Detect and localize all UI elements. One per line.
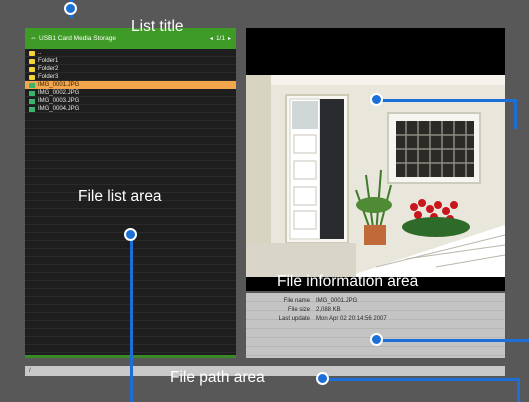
callout-dot — [64, 2, 77, 15]
list-item-label: IMG_0002.JPG — [38, 90, 80, 96]
list-item-label: IMG_0004.JPG — [38, 106, 80, 112]
callout-line — [380, 99, 517, 102]
list-item-label: Folder3 — [38, 74, 59, 80]
info-row-filesize: File size 2,088 KB — [246, 305, 505, 314]
info-value: IMG_0001.JPG — [316, 297, 358, 304]
callout-line — [514, 99, 517, 129]
file-path-bar: / — [25, 366, 505, 376]
info-value: Mon Apr 02 20:14:56 2007 — [316, 315, 387, 322]
page-right-arrow-icon[interactable]: ▸ — [228, 35, 231, 42]
list-item-label: Folder2 — [38, 66, 59, 72]
page-indicator: 1/1 — [215, 35, 225, 42]
info-key: File size — [287, 306, 310, 313]
file-list-item[interactable]: IMG_0001.JPG — [25, 81, 236, 89]
info-key: Last update — [278, 315, 310, 322]
info-row-filename: File name IMG_0001.JPG — [246, 296, 505, 305]
list-item-label: IMG_0003.JPG — [38, 98, 80, 104]
file-list-item[interactable]: IMG_0004.JPG — [25, 105, 236, 113]
info-row-last-update: Last update Mon Apr 02 20:14:56 2007 — [246, 314, 505, 323]
folder-list-item[interactable]: .. — [25, 49, 236, 57]
usb-drive-icon: ⇔ — [30, 35, 37, 42]
callout-list-title: List title — [131, 18, 184, 35]
file-list-item[interactable]: IMG_0002.JPG — [25, 89, 236, 97]
callout-dot — [124, 228, 137, 241]
folder-icon — [29, 66, 35, 72]
image-preview-area — [246, 28, 505, 291]
list-item-label: IMG_0001.JPG — [38, 82, 80, 88]
file-information-panel: File name IMG_0001.JPG File size 2,088 K… — [246, 293, 505, 358]
folder-list-item[interactable]: Folder1 — [25, 57, 236, 65]
folder-icon — [29, 74, 35, 80]
image-file-icon — [29, 90, 35, 96]
info-key: File name — [283, 297, 310, 304]
callout-dot — [316, 372, 329, 385]
callout-dot — [370, 333, 383, 346]
page-left-arrow-icon[interactable]: ◂ — [210, 35, 213, 42]
image-file-icon — [29, 82, 35, 88]
folder-list-item[interactable]: Folder3 — [25, 73, 236, 81]
info-value: 2,088 KB — [316, 306, 341, 313]
callout-line — [517, 378, 520, 402]
image-file-icon — [29, 98, 35, 104]
callout-file-list-area: File list area — [78, 188, 162, 205]
list-item-label: .. — [38, 50, 42, 56]
callout-dot — [370, 93, 383, 106]
folder-icon — [29, 50, 35, 56]
callout-line — [322, 378, 520, 381]
file-list-item[interactable]: IMG_0003.JPG — [25, 97, 236, 105]
callout-line — [130, 236, 133, 402]
folder-list-item[interactable]: Folder2 — [25, 65, 236, 73]
image-file-icon — [29, 106, 35, 112]
callout-file-information-area: File information area — [277, 273, 419, 290]
folder-icon — [29, 58, 35, 64]
callout-line — [380, 339, 529, 342]
callout-file-path-area: File path area — [170, 369, 265, 386]
list-title: USB1 Card Media Storage — [39, 35, 116, 42]
list-item-label: Folder1 — [38, 58, 59, 64]
